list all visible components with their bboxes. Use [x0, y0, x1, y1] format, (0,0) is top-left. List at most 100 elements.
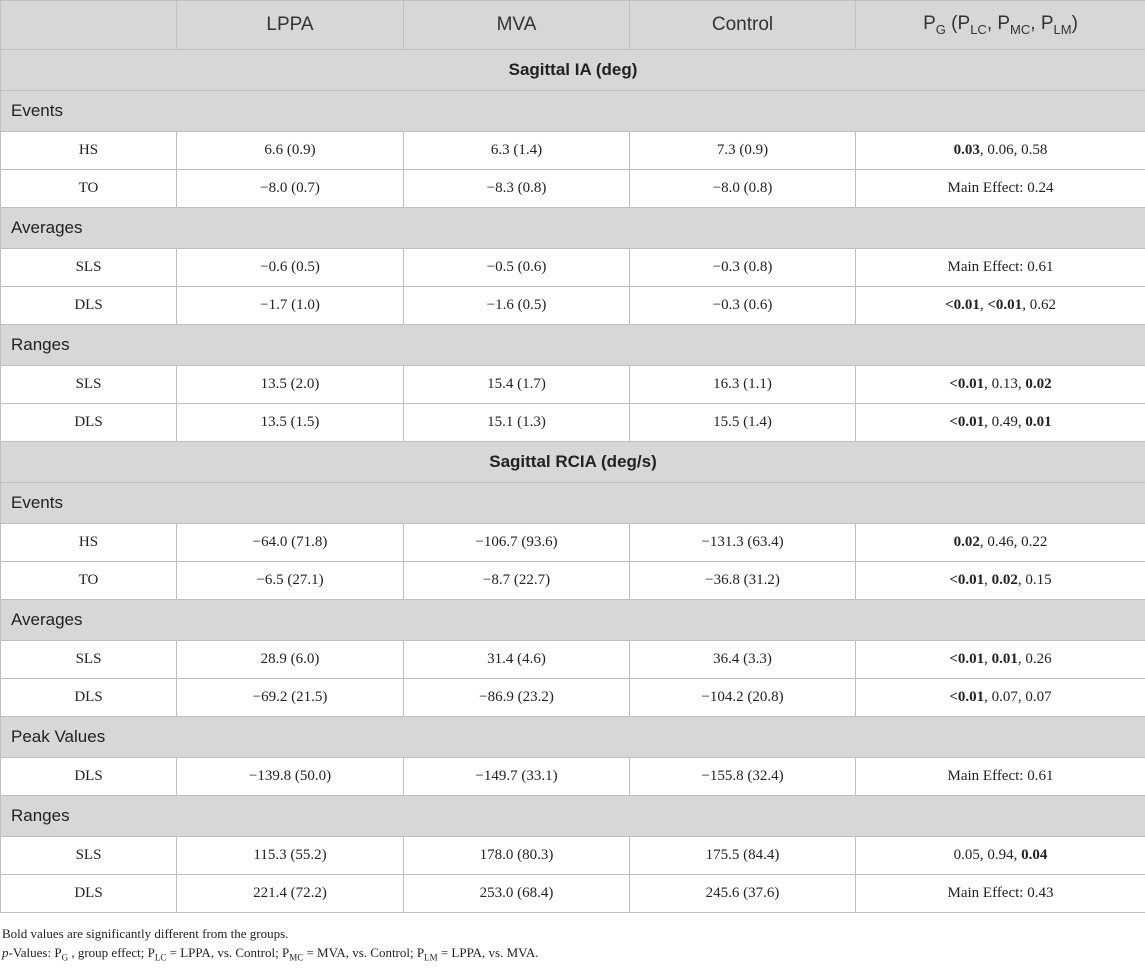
- cell-mva: 15.1 (1.3): [404, 404, 630, 442]
- cell-mva: −1.6 (0.5): [404, 287, 630, 325]
- significant-value: 0.03: [954, 142, 980, 158]
- group-row: Ranges: [1, 796, 1145, 837]
- significant-value: <0.01: [949, 572, 984, 588]
- section-title: Sagittal RCIA (deg/s): [1, 442, 1145, 483]
- cell-lppa: 6.6 (0.9): [177, 132, 404, 170]
- cell-control: −155.8 (32.4): [630, 758, 856, 796]
- table-row: SLS28.9 (6.0)31.4 (4.6)36.4 (3.3)<0.01, …: [1, 641, 1145, 679]
- row-label: DLS: [1, 679, 177, 717]
- p-text: , 0.49,: [984, 414, 1025, 430]
- cell-control: 16.3 (1.1): [630, 366, 856, 404]
- cell-mva: −106.7 (93.6): [404, 524, 630, 562]
- significant-value: 0.01: [992, 651, 1018, 667]
- header-p-values: PG (PLC, PMC, PLM): [856, 1, 1145, 50]
- cell-mva: −8.3 (0.8): [404, 170, 630, 208]
- cell-p-values: 0.02, 0.46, 0.22: [856, 524, 1145, 562]
- row-label: HS: [1, 524, 177, 562]
- cell-p-values: <0.01, 0.13, 0.02: [856, 366, 1145, 404]
- cell-p-values: <0.01, <0.01, 0.62: [856, 287, 1145, 325]
- table-row: TO−6.5 (27.1)−8.7 (22.7)−36.8 (31.2)<0.0…: [1, 562, 1145, 600]
- table-footnotes: Bold values are significantly different …: [0, 924, 1145, 968]
- table-row: SLS115.3 (55.2)178.0 (80.3)175.5 (84.4)0…: [1, 837, 1145, 875]
- group-row: Averages: [1, 600, 1145, 641]
- header-mva: MVA: [404, 1, 630, 50]
- header-row: LPPA MVA Control PG (PLC, PMC, PLM): [1, 1, 1145, 50]
- significant-value: 0.04: [1021, 847, 1047, 863]
- group-row: Ranges: [1, 325, 1145, 366]
- cell-lppa: −0.6 (0.5): [177, 249, 404, 287]
- row-label: SLS: [1, 641, 177, 679]
- footnote-text: = LPPA, vs. Control; P: [166, 945, 289, 960]
- cell-control: −8.0 (0.8): [630, 170, 856, 208]
- p-text: ,: [984, 651, 992, 667]
- cell-p-values: <0.01, 0.49, 0.01: [856, 404, 1145, 442]
- cell-control: 7.3 (0.9): [630, 132, 856, 170]
- cell-lppa: 28.9 (6.0): [177, 641, 404, 679]
- group-row: Events: [1, 483, 1145, 524]
- significant-value: <0.01: [949, 651, 984, 667]
- row-label: DLS: [1, 758, 177, 796]
- cell-mva: 253.0 (68.4): [404, 875, 630, 913]
- cell-mva: −8.7 (22.7): [404, 562, 630, 600]
- significant-value: 0.02: [1025, 376, 1051, 392]
- significant-value: <0.01: [987, 297, 1022, 313]
- p-text: Main Effect: 0.61: [948, 259, 1054, 275]
- row-label: DLS: [1, 287, 177, 325]
- table-row: HS−64.0 (71.8)−106.7 (93.6)−131.3 (63.4)…: [1, 524, 1145, 562]
- row-label: HS: [1, 132, 177, 170]
- table-row: SLS13.5 (2.0)15.4 (1.7)16.3 (1.1)<0.01, …: [1, 366, 1145, 404]
- cell-control: −104.2 (20.8): [630, 679, 856, 717]
- cell-control: 36.4 (3.3): [630, 641, 856, 679]
- cell-p-values: <0.01, 0.01, 0.26: [856, 641, 1145, 679]
- row-label: TO: [1, 562, 177, 600]
- group-row: Peak Values: [1, 717, 1145, 758]
- table-row: DLS−139.8 (50.0)−149.7 (33.1)−155.8 (32.…: [1, 758, 1145, 796]
- significant-value: 0.01: [1025, 414, 1051, 430]
- p-text: , 0.07, 0.07: [984, 689, 1052, 705]
- table-row: SLS−0.6 (0.5)−0.5 (0.6)−0.3 (0.8)Main Ef…: [1, 249, 1145, 287]
- p-text: , 0.26: [1018, 651, 1052, 667]
- table-row: DLS13.5 (1.5)15.1 (1.3)15.5 (1.4)<0.01, …: [1, 404, 1145, 442]
- cell-mva: −0.5 (0.6): [404, 249, 630, 287]
- table-row: DLS221.4 (72.2)253.0 (68.4)245.6 (37.6)M…: [1, 875, 1145, 913]
- section-title: Sagittal IA (deg): [1, 50, 1145, 91]
- table-row: HS6.6 (0.9)6.3 (1.4)7.3 (0.9) 0.03, 0.06,…: [1, 132, 1145, 170]
- p-text: 0.05, 0.94,: [954, 847, 1022, 863]
- cell-mva: 15.4 (1.7): [404, 366, 630, 404]
- p-text: Main Effect: 0.24: [948, 180, 1054, 196]
- cell-lppa: −139.8 (50.0): [177, 758, 404, 796]
- footnote-text: = LPPA, vs. MVA.: [438, 945, 539, 960]
- cell-mva: 178.0 (80.3): [404, 837, 630, 875]
- row-label: SLS: [1, 366, 177, 404]
- group-title: Events: [1, 91, 1145, 132]
- group-row: Events: [1, 91, 1145, 132]
- cell-lppa: −1.7 (1.0): [177, 287, 404, 325]
- cell-p-values: Main Effect: 0.61: [856, 758, 1145, 796]
- table-body: Sagittal IA (deg)EventsHS6.6 (0.9)6.3 (1…: [1, 50, 1145, 913]
- footnote-subscript: MC: [289, 953, 303, 963]
- cell-lppa: 115.3 (55.2): [177, 837, 404, 875]
- group-title: Averages: [1, 208, 1145, 249]
- significant-value: 0.02: [954, 534, 980, 550]
- table-row: DLS−69.2 (21.5)−86.9 (23.2)−104.2 (20.8)…: [1, 679, 1145, 717]
- cell-lppa: 221.4 (72.2): [177, 875, 404, 913]
- significant-value: <0.01: [949, 414, 984, 430]
- section-row: Sagittal IA (deg): [1, 50, 1145, 91]
- p-text: , 0.46, 0.22: [980, 534, 1048, 550]
- cell-control: −131.3 (63.4): [630, 524, 856, 562]
- row-label: SLS: [1, 249, 177, 287]
- group-title: Ranges: [1, 796, 1145, 837]
- row-label: DLS: [1, 404, 177, 442]
- cell-control: −0.3 (0.6): [630, 287, 856, 325]
- cell-p-values: Main Effect: 0.61: [856, 249, 1145, 287]
- group-title: Events: [1, 483, 1145, 524]
- results-table: LPPA MVA Control PG (PLC, PMC, PLM) Sagi…: [0, 0, 1145, 913]
- significant-value: <0.01: [949, 689, 984, 705]
- p-text: , 0.06, 0.58: [980, 142, 1048, 158]
- cell-mva: −149.7 (33.1): [404, 758, 630, 796]
- cell-mva: 6.3 (1.4): [404, 132, 630, 170]
- row-label: DLS: [1, 875, 177, 913]
- cell-lppa: −6.5 (27.1): [177, 562, 404, 600]
- cell-lppa: −69.2 (21.5): [177, 679, 404, 717]
- p-text: Main Effect: 0.61: [948, 768, 1054, 784]
